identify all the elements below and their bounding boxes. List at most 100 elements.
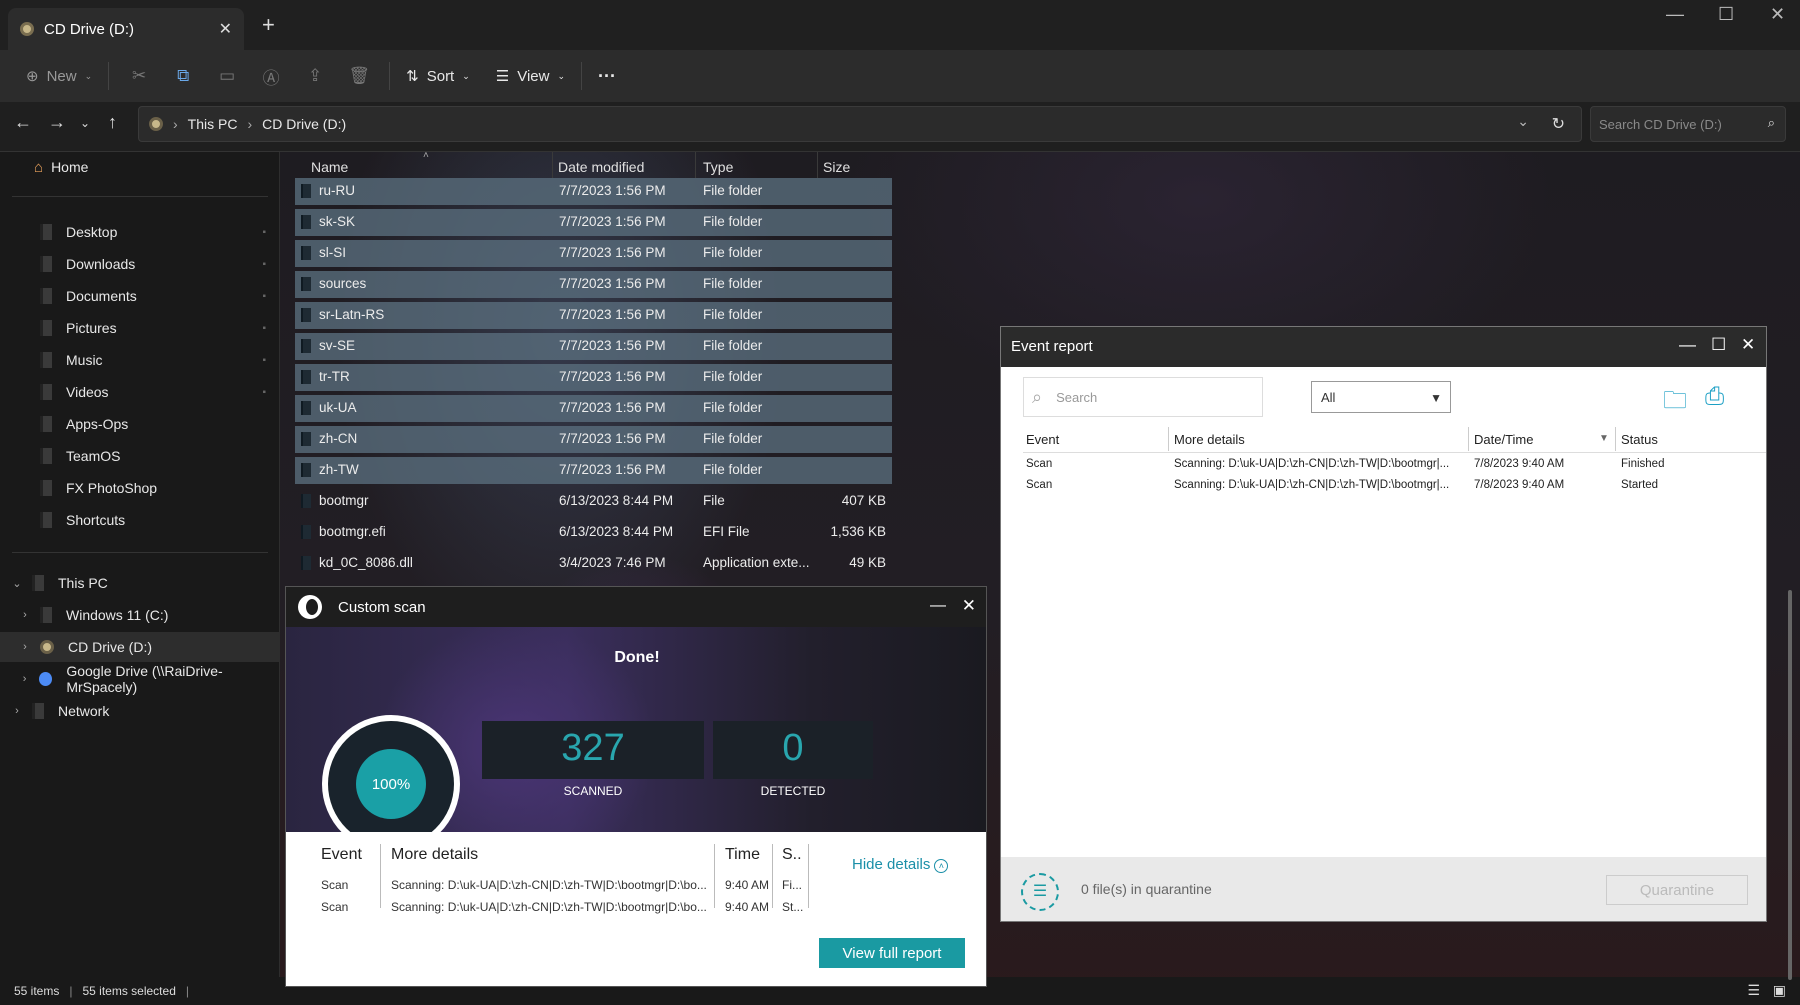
scrollbar[interactable]: [1788, 590, 1792, 980]
chevron-right-icon[interactable]: ›: [18, 609, 32, 621]
chevron-right-icon[interactable]: ›: [10, 705, 24, 717]
copy-icon[interactable]: ⧉: [169, 66, 197, 86]
paste-icon[interactable]: ▭: [213, 66, 241, 86]
column-divider[interactable]: [1615, 427, 1616, 451]
column-type[interactable]: Type: [703, 159, 733, 175]
sidebar-item-music[interactable]: Music ▪: [0, 345, 280, 375]
sidebar-item-home[interactable]: ⌂ Home: [0, 152, 280, 182]
file-row[interactable]: ru-RU 7/7/2023 1:56 PM File folder: [295, 178, 892, 205]
column-more-details[interactable]: More details: [1174, 432, 1245, 447]
file-row[interactable]: zh-CN 7/7/2023 1:56 PM File folder: [295, 426, 892, 453]
event-filter-select[interactable]: All ▼: [1311, 381, 1451, 413]
quarantine-button[interactable]: Quarantine: [1606, 875, 1748, 905]
address-dropdown-icon[interactable]: ⌄: [1517, 113, 1529, 130]
delete-icon[interactable]: 🗑: [345, 66, 373, 86]
breadcrumb-cd-drive[interactable]: CD Drive (D:): [262, 116, 346, 132]
new-button[interactable]: ⊕ New ⌄: [18, 60, 100, 92]
file-row[interactable]: bootmgr 6/13/2023 8:44 PM File 407 KB: [295, 488, 892, 515]
maximize-icon[interactable]: ☐: [1718, 4, 1734, 25]
search-input[interactable]: Search CD Drive (D:) ⌕: [1590, 106, 1786, 142]
share-icon[interactable]: ⇪: [301, 66, 329, 86]
minimize-icon[interactable]: —: [1666, 4, 1684, 25]
event-cell[interactable]: Scan: [1026, 479, 1052, 491]
sidebar-item-cd-drive[interactable]: › CD Drive (D:): [0, 632, 280, 662]
sort-button[interactable]: ⇅ Sort ⌄: [398, 60, 478, 92]
new-tab-button[interactable]: +: [262, 12, 275, 38]
recent-chevron-icon[interactable]: ⌄: [80, 116, 90, 130]
sidebar-item-network[interactable]: › Network: [0, 696, 280, 726]
file-row[interactable]: sk-SK 7/7/2023 1:56 PM File folder: [295, 209, 892, 236]
column-date-time[interactable]: Date/Time: [1474, 432, 1533, 447]
close-icon[interactable]: ✕: [1741, 335, 1755, 355]
column-divider[interactable]: [817, 152, 818, 178]
event-cell[interactable]: Scan: [1026, 458, 1052, 470]
up-arrow-icon[interactable]: ↑: [108, 112, 117, 133]
sidebar-item-windows-c[interactable]: › Windows 11 (C:): [0, 600, 280, 630]
file-row[interactable]: tr-TR 7/7/2023 1:56 PM File folder: [295, 364, 892, 391]
column-divider[interactable]: [1468, 427, 1469, 451]
search-icon[interactable]: ⌕: [1768, 115, 1775, 131]
file-row[interactable]: sv-SE 7/7/2023 1:56 PM File folder: [295, 333, 892, 360]
file-row[interactable]: bootmgr.efi 6/13/2023 8:44 PM EFI File 1,53…: [295, 519, 892, 546]
close-tab-icon[interactable]: ✕: [219, 19, 232, 39]
breadcrumb-this-pc[interactable]: This PC: [188, 116, 238, 132]
sidebar-item-videos[interactable]: Videos ▪: [0, 377, 280, 407]
column-date[interactable]: Date modified: [558, 159, 644, 175]
event-cell[interactable]: Finished: [1621, 458, 1664, 470]
sidebar-item-apps-ops[interactable]: Apps-Ops: [0, 409, 280, 439]
details-view-icon[interactable]: ☰: [1747, 982, 1760, 999]
column-divider[interactable]: [1168, 427, 1169, 451]
address-bar[interactable]: › This PC › CD Drive (D:) ⌄ ↻: [138, 106, 1582, 142]
event-search-input[interactable]: ⌕ Search: [1023, 377, 1263, 417]
column-status[interactable]: Status: [1621, 432, 1658, 447]
close-window-icon[interactable]: ✕: [1770, 4, 1785, 25]
view-full-report-button[interactable]: View full report: [819, 938, 965, 968]
event-cell[interactable]: Started: [1621, 479, 1658, 491]
sidebar-item-desktop[interactable]: Desktop ▪: [0, 217, 280, 247]
sidebar-item-this-pc[interactable]: ⌄ This PC: [0, 568, 280, 598]
event-cell[interactable]: Scanning: D:\uk-UA|D:\zh-CN|D:\zh-TW|D:\…: [1174, 458, 1449, 470]
event-cell[interactable]: Scanning: D:\uk-UA|D:\zh-CN|D:\zh-TW|D:\…: [1174, 479, 1449, 491]
event-cell[interactable]: 7/8/2023 9:40 AM: [1474, 479, 1564, 491]
column-divider[interactable]: [695, 152, 696, 178]
tiles-view-icon[interactable]: ▣: [1773, 982, 1786, 999]
tab-cd-drive[interactable]: CD Drive (D:) ✕: [8, 8, 244, 50]
sidebar-item-teamos[interactable]: TeamOS: [0, 441, 280, 471]
sidebar-item-google-drive[interactable]: › Google Drive (\\RaiDrive-MrSpacely): [0, 663, 280, 695]
column-size[interactable]: Size: [823, 159, 850, 175]
minimize-icon[interactable]: —: [930, 597, 946, 615]
export-folder-icon[interactable]: 🗀: [1663, 383, 1687, 424]
minimize-icon[interactable]: —: [1679, 335, 1696, 355]
back-arrow-icon[interactable]: ←: [14, 112, 32, 133]
column-divider: [772, 844, 773, 908]
cut-icon[interactable]: ✂: [125, 66, 153, 86]
sidebar-item-pictures[interactable]: Pictures ▪: [0, 313, 280, 343]
sidebar-item-documents[interactable]: Documents ▪: [0, 281, 280, 311]
see-more-button[interactable]: ···: [590, 60, 624, 92]
column-divider[interactable]: [552, 152, 553, 178]
file-row[interactable]: sr-Latn-RS 7/7/2023 1:56 PM File folder: [295, 302, 892, 329]
column-event[interactable]: Event: [1026, 432, 1059, 447]
column-name[interactable]: Name: [311, 159, 348, 175]
maximize-icon[interactable]: ☐: [1711, 335, 1726, 355]
file-row[interactable]: zh-TW 7/7/2023 1:56 PM File folder: [295, 457, 892, 484]
sidebar-item-fx-photoshop[interactable]: FX PhotoShop: [0, 473, 280, 503]
event-cell[interactable]: 7/8/2023 9:40 AM: [1474, 458, 1564, 470]
file-row[interactable]: kd_0C_8086.dll 3/4/2023 7:46 PM Applicatio…: [295, 550, 892, 577]
rename-icon[interactable]: Ⓐ: [257, 64, 285, 89]
chevron-down-icon[interactable]: ⌄: [10, 577, 24, 590]
close-icon[interactable]: ✕: [962, 596, 976, 616]
hide-details-link[interactable]: Hide details ˄: [852, 856, 949, 873]
forward-arrow-icon[interactable]: →: [48, 112, 66, 133]
chevron-right-icon[interactable]: ›: [18, 641, 32, 653]
print-icon[interactable]: ⎙: [1705, 383, 1724, 411]
sidebar-item-shortcuts[interactable]: Shortcuts: [0, 505, 280, 535]
chevron-right-icon[interactable]: ›: [18, 673, 31, 685]
view-button[interactable]: ☰ View ⌄: [488, 60, 573, 92]
sidebar-item-downloads[interactable]: Downloads ▪: [0, 249, 280, 279]
refresh-icon[interactable]: ↻: [1552, 114, 1565, 134]
file-row[interactable]: sources 7/7/2023 1:56 PM File folder: [295, 271, 892, 298]
file-row[interactable]: sl-SI 7/7/2023 1:56 PM File folder: [295, 240, 892, 267]
plus-circle-icon: ⊕: [26, 68, 39, 85]
file-row[interactable]: uk-UA 7/7/2023 1:56 PM File folder: [295, 395, 892, 422]
